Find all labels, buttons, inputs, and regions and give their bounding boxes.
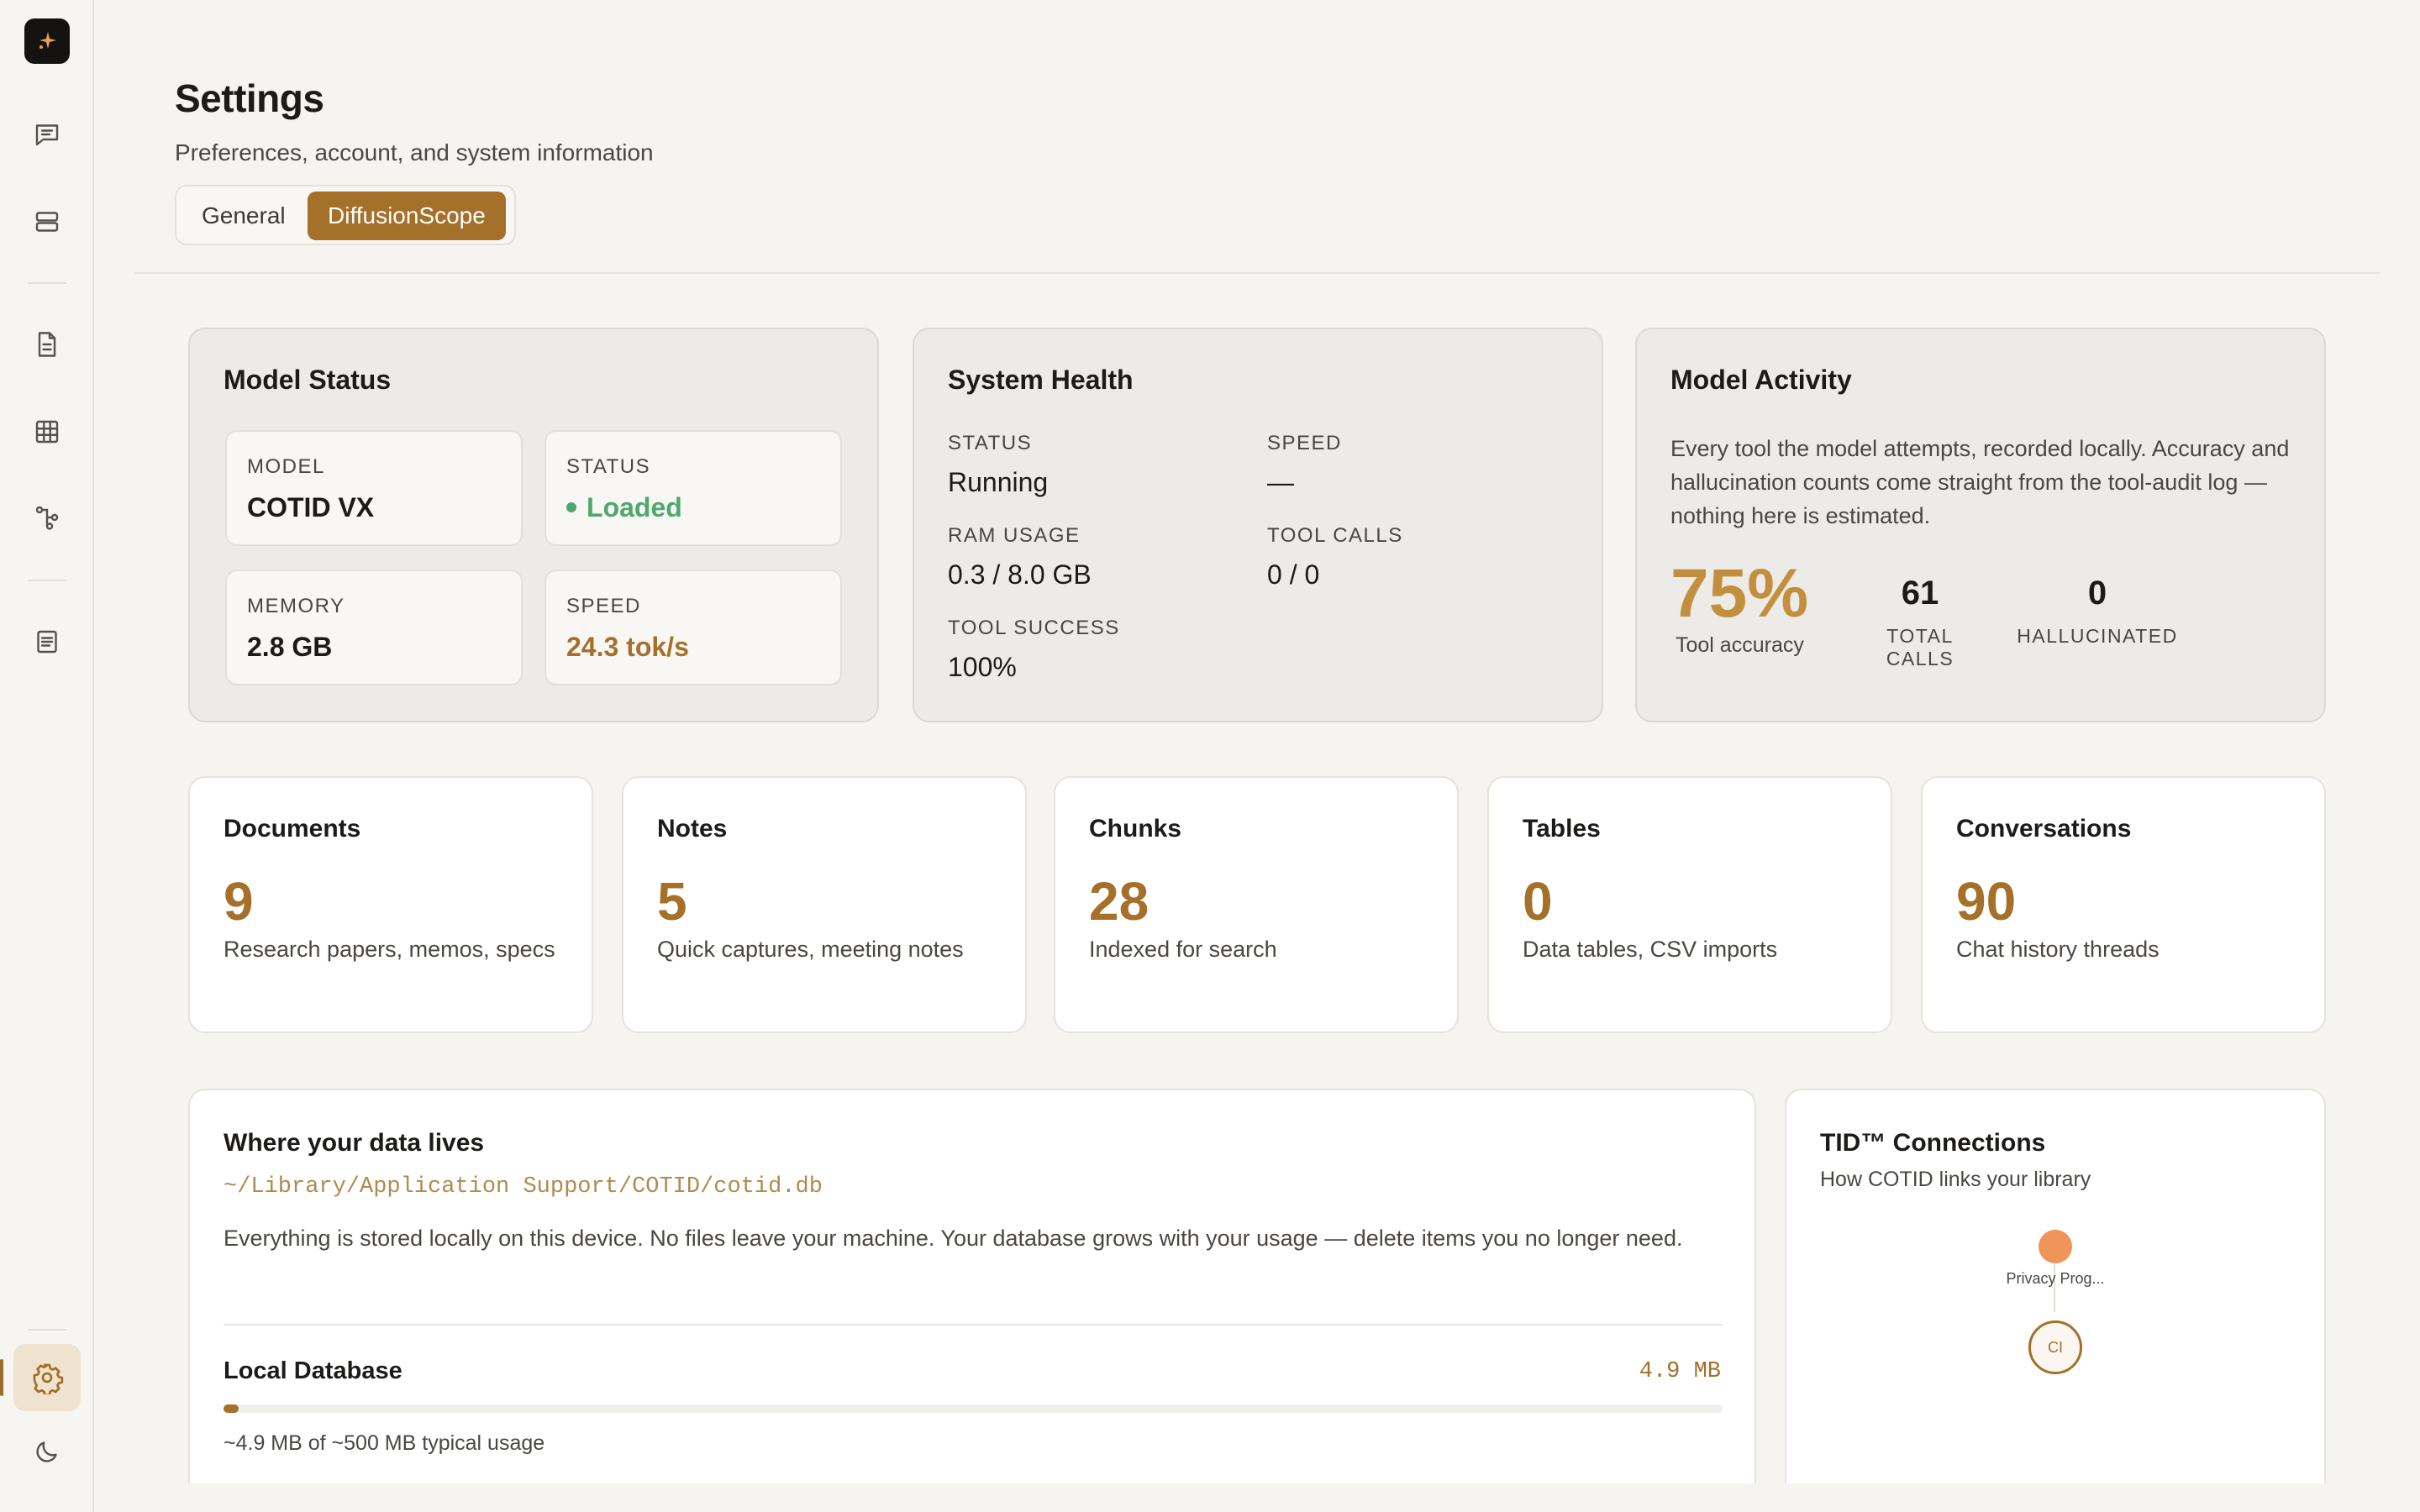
tool-calls-value: 0 / 0 [1267, 559, 1320, 590]
tool-calls-label: TOOL CALLS [1267, 524, 1403, 547]
sidebar-divider [28, 282, 66, 284]
documents-stat-card[interactable]: Documents 9 Research papers, memos, spec… [188, 776, 593, 1033]
server-icon[interactable] [25, 200, 69, 244]
conversations-stat-desc: Chat history threads [1956, 937, 2160, 962]
page-subtitle: Preferences, account, and system informa… [175, 139, 654, 165]
tab-diffusionscope[interactable]: DiffusionScope [308, 192, 506, 240]
local-database-size: 4.9 MB [1639, 1359, 1721, 1384]
notes-stat-value: 5 [657, 871, 687, 932]
document-icon[interactable] [25, 323, 69, 366]
connections-subtitle: How COTID links your library [1820, 1168, 2091, 1191]
local-database-label: Local Database [224, 1357, 402, 1384]
model-value: COTID VX [247, 492, 375, 522]
ram-usage-label: RAM USAGE [948, 524, 1081, 547]
memory-label: MEMORY [247, 595, 345, 617]
model-activity-card: Model Activity Every tool the model atte… [1635, 328, 2326, 722]
graph-icon[interactable] [25, 496, 69, 539]
data-divider [224, 1324, 1723, 1326]
tables-stat-title: Tables [1523, 815, 1601, 843]
status-dot-icon [566, 501, 576, 512]
sidebar [0, 0, 94, 1512]
chunks-stat-title: Chunks [1089, 815, 1182, 843]
speed-tile: SPEED 24.3 tok/s [544, 570, 842, 685]
tables-stat-desc: Data tables, CSV imports [1523, 937, 1778, 962]
total-calls-label: TOTAL CALLS [1886, 625, 1954, 669]
chat-icon[interactable] [25, 113, 69, 156]
tool-success-value: 100% [948, 652, 1017, 682]
data-location-description: Everything is stored locally on this dev… [224, 1226, 1683, 1251]
chunks-stat-card[interactable]: Chunks 28 Indexed for search [1054, 776, 1459, 1033]
status-text: Loaded [587, 492, 682, 522]
documents-stat-title: Documents [224, 815, 361, 843]
active-indicator [0, 1359, 3, 1396]
graph-node[interactable] [2039, 1230, 2072, 1263]
tab-bar: General DiffusionScope [175, 185, 516, 245]
notes-stat-desc: Quick captures, meeting notes [657, 937, 964, 962]
system-health-title: System Health [948, 365, 1134, 395]
notes-icon[interactable] [25, 620, 69, 664]
conversations-stat-value: 90 [1956, 871, 2017, 932]
memory-value: 2.8 GB [247, 632, 333, 662]
documents-stat-value: 9 [224, 871, 254, 932]
chunks-stat-value: 28 [1089, 871, 1150, 932]
database-path[interactable]: ~/Library/Application Support/COTID/coti… [224, 1174, 823, 1200]
data-location-card: Where your data lives ~/Library/Applicat… [188, 1089, 1756, 1483]
system-health-card: System Health STATUS Running SPEED — RAM… [913, 328, 1603, 722]
health-status-label: STATUS [948, 432, 1033, 454]
health-speed-label: SPEED [1267, 432, 1342, 454]
health-status-value: Running [948, 467, 1049, 497]
tab-general[interactable]: General [182, 192, 306, 240]
moon-icon[interactable] [25, 1430, 69, 1473]
model-status-card: Model Status MODEL COTID VX STATUS Loade… [188, 328, 879, 722]
speed-value: 24.3 tok/s [566, 632, 689, 662]
page-title: Settings [175, 76, 324, 120]
tables-stat-value: 0 [1523, 871, 1553, 932]
storage-progress-fill [224, 1404, 239, 1413]
documents-stat-desc: Research papers, memos, specs [224, 937, 555, 962]
settings-icon[interactable] [13, 1344, 81, 1411]
storage-progress-track [224, 1404, 1723, 1413]
storage-usage-text: ~4.9 MB of ~500 MB typical usage [224, 1431, 545, 1455]
graph-node-ci[interactable]: CI [2028, 1320, 2082, 1374]
model-status-title: Model Status [224, 365, 392, 395]
hallucinated-label: HALLUCINATED [2017, 625, 2178, 647]
notes-stat-title: Notes [657, 815, 728, 843]
tool-accuracy-label: Tool accuracy [1676, 633, 1804, 657]
status-tile: STATUS Loaded [544, 430, 842, 546]
table-icon[interactable] [25, 410, 69, 454]
model-tile: MODEL COTID VX [225, 430, 523, 546]
conversations-stat-title: Conversations [1956, 815, 2132, 843]
tool-accuracy-value: 75% [1670, 555, 1809, 632]
total-calls-value: 61 [1901, 575, 1939, 612]
model-activity-title: Model Activity [1670, 365, 1852, 395]
app-logo[interactable] [24, 18, 70, 64]
speed-label: SPEED [566, 595, 641, 617]
model-label: MODEL [247, 455, 325, 478]
conversations-stat-card[interactable]: Conversations 90 Chat history threads [1921, 776, 2326, 1033]
hallucinated-value: 0 [2087, 575, 2107, 612]
connections-card: TID™ Connections How COTID links your li… [1785, 1089, 2326, 1483]
header-divider [134, 272, 2380, 274]
tool-success-label: TOOL SUCCESS [948, 617, 1120, 639]
tables-stat-card[interactable]: Tables 0 Data tables, CSV imports [1487, 776, 1892, 1033]
sidebar-divider [28, 580, 66, 581]
model-activity-description: Every tool the model attempts, recorded … [1670, 436, 2290, 528]
ram-usage-value: 0.3 / 8.0 GB [948, 559, 1092, 590]
notes-stat-card[interactable]: Notes 5 Quick captures, meeting notes [622, 776, 1027, 1033]
sidebar-divider [28, 1329, 66, 1331]
data-location-title: Where your data lives [224, 1129, 485, 1157]
graph-node-label: Privacy Prog... [2006, 1270, 2105, 1287]
connections-title: TID™ Connections [1820, 1129, 2046, 1157]
memory-tile: MEMORY 2.8 GB [225, 570, 523, 685]
status-value: Loaded [566, 492, 682, 523]
sparkle-icon [39, 32, 56, 49]
status-label: STATUS [566, 455, 651, 478]
health-speed-value: — [1267, 467, 1294, 497]
chunks-stat-desc: Indexed for search [1089, 937, 1277, 962]
